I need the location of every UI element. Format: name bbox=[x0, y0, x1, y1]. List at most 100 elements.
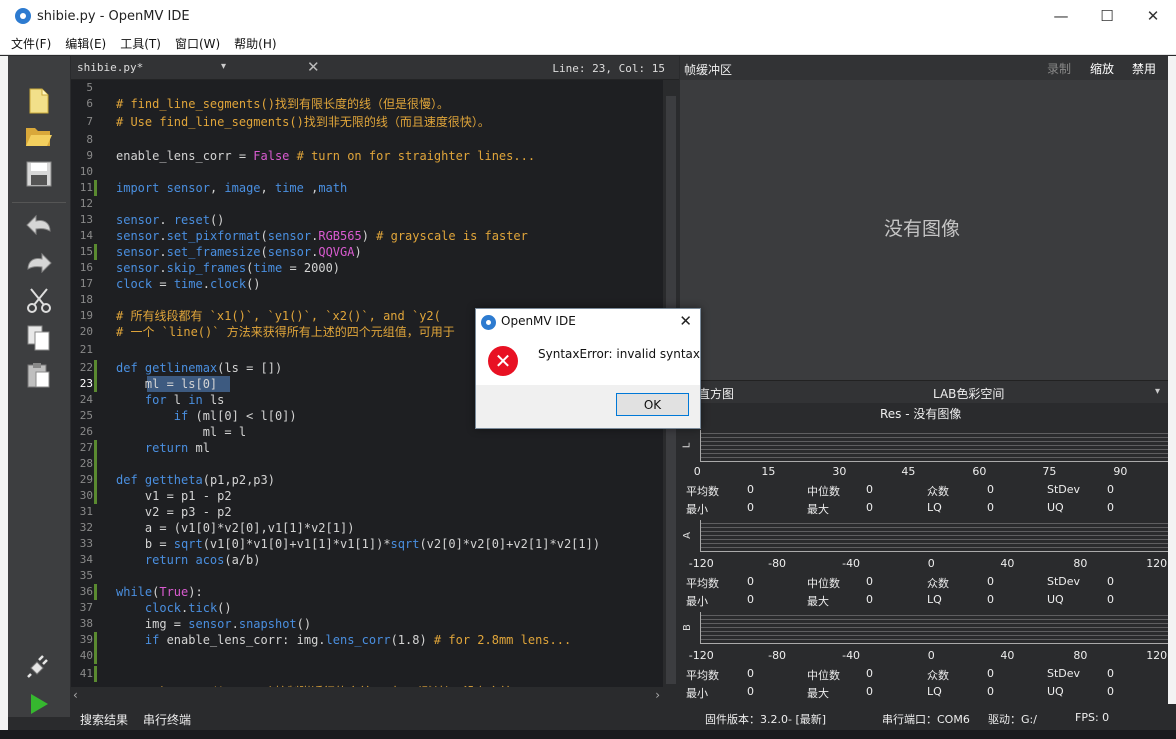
line-number: 21 bbox=[79, 343, 93, 356]
maximize-button[interactable]: ☐ bbox=[1084, 0, 1130, 32]
code-line[interactable]: # 一个 `line()` 方法来获得所有上述的四个元组值，可用于 bbox=[116, 324, 455, 340]
status-bar: 固件版本：3.2.0- [最新] 串行端口：COM6 驱动：G:/ FPS: 0 bbox=[680, 704, 1176, 730]
undo-icon[interactable] bbox=[23, 208, 55, 240]
code-line[interactable]: # 所有线段都有 `x1()`, `y1()`, `x2()`, and `y2… bbox=[116, 308, 441, 324]
code-line[interactable]: ml = ls[0] bbox=[116, 376, 217, 392]
line-number-gutter: 5 6 7 8 9 10 11 12 13 14 15 16 17 18 19 20 21 22 23 24 25 26 2… bbox=[71, 80, 93, 687]
disable-button[interactable]: 禁用 bbox=[1132, 60, 1156, 77]
code-line[interactable]: # Use find_line_segments()找到非无限的线（而且速度很快… bbox=[116, 114, 490, 130]
colorspace-dropdown-icon[interactable]: ▾ bbox=[1155, 386, 1160, 397]
code-line[interactable]: # find_line_segments()找到有限长度的线（但是很慢）。 bbox=[116, 96, 449, 112]
code-line[interactable]: ml = l bbox=[116, 424, 246, 440]
code-line[interactable]: return ml bbox=[116, 440, 210, 456]
scroll-right-icon[interactable]: › bbox=[655, 688, 660, 702]
save-icon[interactable] bbox=[23, 158, 55, 190]
histogram-axis-label: B bbox=[681, 624, 693, 631]
scroll-left-icon[interactable]: ‹ bbox=[73, 688, 78, 702]
histogram-stat-value: 0 bbox=[987, 593, 994, 606]
tab-search-results[interactable]: 搜索结果 bbox=[80, 711, 128, 728]
colorspace-select[interactable]: LAB色彩空间 bbox=[933, 385, 1004, 402]
code-token: math bbox=[318, 181, 348, 195]
line-number: 27 bbox=[79, 441, 93, 454]
menu-window[interactable]: 窗口(W) bbox=[175, 35, 220, 52]
code-line[interactable]: sensor.skip_frames(time = 2000) bbox=[116, 260, 340, 276]
code-line[interactable]: sensor.set_pixformat(sensor.RGB565) # gr… bbox=[116, 228, 528, 244]
code-line[interactable]: while(True): bbox=[116, 584, 203, 600]
code-token: (1.8) bbox=[390, 633, 434, 647]
taskbar bbox=[0, 730, 1176, 739]
code-token: if bbox=[116, 409, 189, 423]
code-token: # turn on for straighter lines... bbox=[289, 149, 536, 163]
histogram-stat-label: 众数 bbox=[927, 485, 949, 498]
code-line[interactable]: import sensor, image, time ,math bbox=[116, 180, 347, 196]
histogram-stat-label: 平均数 bbox=[686, 485, 719, 498]
code-token: snapshot bbox=[238, 617, 297, 631]
new-file-icon[interactable] bbox=[23, 85, 55, 117]
run-icon[interactable] bbox=[23, 688, 55, 720]
histogram-stat-value: 0 bbox=[987, 483, 994, 496]
close-file-icon[interactable]: ✕ bbox=[307, 58, 320, 76]
histogram-plot bbox=[700, 612, 1168, 644]
minimize-button[interactable]: — bbox=[1038, 0, 1084, 32]
code-line[interactable]: return acos(a/b) bbox=[116, 552, 261, 568]
record-button[interactable]: 录制 bbox=[1047, 60, 1071, 77]
code-token: () bbox=[209, 213, 225, 227]
code-line[interactable]: clock.tick() bbox=[116, 600, 232, 616]
dialog-close-icon[interactable]: ✕ bbox=[679, 312, 692, 330]
code-token: def bbox=[116, 361, 138, 375]
copy-icon[interactable] bbox=[23, 322, 55, 354]
code-line[interactable]: img = sensor.snapshot() bbox=[116, 616, 311, 632]
line-number: 16 bbox=[79, 261, 93, 274]
code-line[interactable]: clock = time.clock() bbox=[116, 276, 261, 292]
code-line[interactable]: def getlinemax(ls = []) bbox=[116, 360, 282, 376]
connect-icon[interactable] bbox=[23, 650, 55, 682]
zoom-button[interactable]: 缩放 bbox=[1090, 60, 1114, 77]
code-token: img = bbox=[116, 617, 189, 631]
tab-serial-terminal[interactable]: 串行终端 bbox=[143, 711, 191, 728]
code-line[interactable]: b = sqrt(v1[0]*v1[0]+v1[1]*v1[1])*sqrt(v… bbox=[116, 536, 600, 552]
menu-help[interactable]: 帮助(H) bbox=[234, 35, 276, 52]
code-line[interactable]: a = (v1[0]*v2[0],v1[1]*v2[1]) bbox=[116, 520, 355, 536]
code-line[interactable]: v1 = p1 - p2 bbox=[116, 488, 232, 504]
cut-icon[interactable] bbox=[23, 284, 55, 316]
menu-tools[interactable]: 工具(T) bbox=[120, 35, 161, 52]
code-token: # Use find_line_segments()找到非无限的线（而且速度很快… bbox=[116, 115, 490, 129]
editor-horizontal-scrollbar[interactable]: ‹ › bbox=[71, 687, 663, 704]
firmware-version[interactable]: 固件版本：3.2.0- [最新] bbox=[705, 711, 826, 727]
line-number: 34 bbox=[79, 553, 93, 566]
line-number: 39 bbox=[79, 633, 93, 646]
line-number: 40 bbox=[79, 649, 93, 662]
code-line[interactable]: def gettheta(p1,p2,p3) bbox=[116, 472, 275, 488]
code-line[interactable]: for l in ls bbox=[116, 392, 225, 408]
menu-file[interactable]: 文件(F) bbox=[11, 35, 51, 52]
code-token: # 所有线段都有 `x1()`, `y1()`, `x2()`, and `y2… bbox=[116, 309, 441, 323]
ok-button[interactable]: OK bbox=[616, 393, 689, 416]
code-token: . bbox=[159, 213, 174, 227]
code-line[interactable]: enable_lens_corr = False # turn on for s… bbox=[116, 148, 535, 164]
code-line[interactable]: if (ml[0] < l[0]) bbox=[116, 408, 297, 424]
close-window-button[interactable]: ✕ bbox=[1130, 0, 1176, 32]
code-line[interactable]: sensor. reset() bbox=[116, 212, 224, 228]
serial-port[interactable]: 串行端口：COM6 bbox=[882, 711, 970, 727]
error-message: SyntaxError: invalid syntax bbox=[538, 347, 700, 361]
code-line[interactable]: if enable_lens_corr: img.lens_corr(1.8) … bbox=[116, 632, 571, 648]
code-token: ml bbox=[188, 441, 210, 455]
menu-edit[interactable]: 编辑(E) bbox=[65, 35, 106, 52]
histogram-stat-value: 0 bbox=[747, 501, 754, 514]
code-token: sensor bbox=[116, 261, 160, 275]
line-number: 19 bbox=[79, 309, 93, 322]
drive-path[interactable]: 驱动：G:/ bbox=[988, 711, 1037, 727]
file-tab[interactable]: shibie.py* bbox=[77, 61, 143, 74]
redo-icon[interactable] bbox=[23, 246, 55, 278]
line-number: 28 bbox=[79, 457, 93, 470]
code-token: (ml[0] < l[0]) bbox=[188, 409, 297, 423]
code-line[interactable]: sensor.set_framesize(sensor.QQVGA) bbox=[116, 244, 362, 260]
line-number: 5 bbox=[86, 81, 93, 94]
open-folder-icon[interactable] bbox=[23, 120, 55, 152]
histogram-tick: 90 bbox=[1113, 465, 1128, 478]
code-token: reset bbox=[173, 213, 210, 227]
file-dropdown-icon[interactable]: ▾ bbox=[221, 61, 226, 72]
histogram-tick: -80 bbox=[768, 557, 787, 570]
code-line[interactable]: v2 = p3 - p2 bbox=[116, 504, 232, 520]
paste-icon[interactable] bbox=[23, 359, 55, 391]
